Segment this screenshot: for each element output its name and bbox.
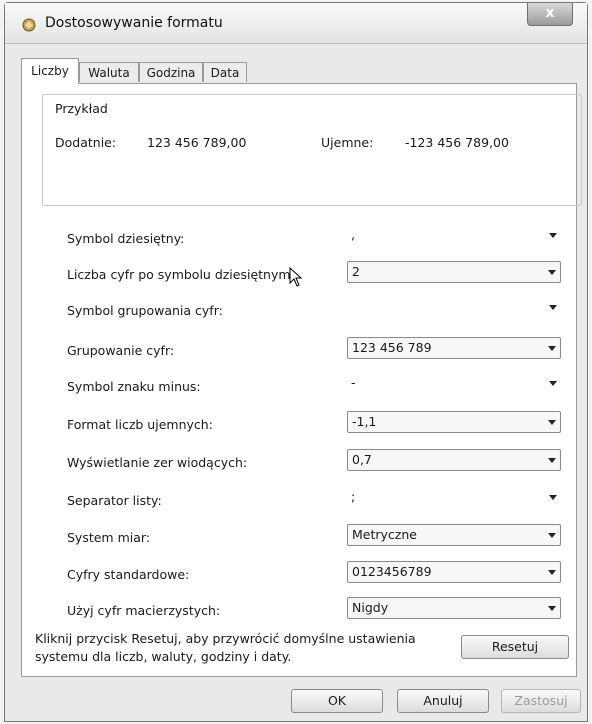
list-separator-combo[interactable]: ; (347, 487, 561, 509)
negative-sign-value: - (351, 375, 356, 390)
leading-zeros-label: Wyświetlanie zer wiodących: (67, 455, 248, 470)
app-icon (22, 18, 36, 32)
decimal-digits-label: Liczba cyfr po symbolu dziesiętnym: (67, 267, 295, 282)
leading-zeros-value: 0,7 (352, 452, 372, 467)
grouping-symbol-label: Symbol grupowania cyfr: (67, 303, 223, 318)
native-digits-label: Użyj cyfr macierzystych: (67, 603, 221, 618)
tab-date-label: Data (210, 66, 240, 80)
native-digits-combo[interactable]: Nigdy (347, 597, 561, 619)
reset-info-line-1: Kliknij przycisk Resetuj, aby przywrócić… (35, 631, 416, 646)
standard-digits-value: 0123456789 (352, 564, 432, 579)
sample-heading: Przykład (55, 101, 108, 116)
cancel-button[interactable]: Anuluj (397, 689, 489, 713)
decimal-symbol-label: Symbol dziesiętny: (67, 231, 185, 246)
tab-currency[interactable]: Waluta (79, 62, 139, 82)
chevron-down-icon (548, 458, 556, 463)
measurement-system-label: System miar: (67, 530, 151, 545)
tab-time[interactable]: Godzina (139, 62, 203, 82)
mouse-cursor-icon (289, 267, 303, 287)
chevron-down-icon (548, 533, 556, 538)
title-bar[interactable]: Dostosowywanie formatu x (5, 3, 587, 44)
chevron-down-icon (549, 495, 557, 500)
decimal-digits-value: 2 (352, 264, 360, 279)
chevron-down-icon (548, 346, 556, 351)
tab-numbers[interactable]: Liczby (21, 58, 79, 84)
chevron-down-icon (548, 570, 556, 575)
negative-format-value: -1,1 (352, 414, 377, 429)
negative-format-combo[interactable]: -1,1 (347, 411, 561, 433)
positive-label: Dodatnie: (55, 135, 117, 150)
decimal-digits-combo[interactable]: 2 (347, 261, 561, 283)
list-separator-label: Separator listy: (67, 493, 162, 508)
reset-info-line-2: systemu dla liczb, waluty, godziny i dat… (35, 649, 292, 664)
negative-sign-combo[interactable]: - (347, 373, 561, 395)
standard-digits-label: Cyfry standardowe: (67, 567, 190, 582)
tab-time-label: Godzina (146, 66, 196, 80)
negative-value: -123 456 789,00 (405, 135, 509, 150)
sample-box: Przykład Dodatnie: 123 456 789,00 Ujemne… (42, 94, 582, 206)
leading-zeros-combo[interactable]: 0,7 (347, 449, 561, 471)
digit-grouping-combo[interactable]: 123 456 789 (347, 337, 561, 359)
decimal-symbol-value: , (351, 227, 355, 242)
native-digits-value: Nigdy (352, 600, 389, 615)
chevron-down-icon (549, 305, 557, 310)
close-icon: x (545, 5, 555, 21)
list-separator-value: ; (351, 489, 356, 504)
digit-grouping-value: 123 456 789 (352, 340, 432, 355)
positive-value: 123 456 789,00 (147, 135, 247, 150)
negative-sign-label: Symbol znaku minus: (67, 379, 201, 394)
close-button[interactable]: x (527, 3, 573, 26)
tab-numbers-label: Liczby (31, 64, 69, 78)
measurement-system-combo[interactable]: Metryczne (347, 524, 561, 546)
reset-button[interactable]: Resetuj (461, 635, 569, 659)
tab-currency-label: Waluta (88, 66, 130, 80)
standard-digits-combo[interactable]: 0123456789 (347, 561, 561, 583)
tab-date[interactable]: Data (203, 62, 247, 82)
apply-button[interactable]: Zastosuj (501, 689, 581, 713)
grouping-symbol-combo[interactable] (347, 297, 561, 319)
negative-format-label: Format liczb ujemnych: (67, 417, 213, 432)
chevron-down-icon (548, 420, 556, 425)
chevron-down-icon (548, 270, 556, 275)
digit-grouping-label: Grupowanie cyfr: (67, 343, 175, 358)
ok-button[interactable]: OK (291, 689, 383, 713)
window-title: Dostosowywanie formatu (45, 15, 223, 31)
measurement-system-value: Metryczne (352, 527, 417, 542)
chevron-down-icon (549, 381, 557, 386)
chevron-down-icon (548, 606, 556, 611)
dialog-window: Dostosowywanie formatu x Liczby Waluta G… (4, 2, 588, 722)
negative-label: Ujemne: (321, 135, 374, 150)
decimal-symbol-combo[interactable]: , (347, 225, 561, 247)
chevron-down-icon (549, 233, 557, 238)
